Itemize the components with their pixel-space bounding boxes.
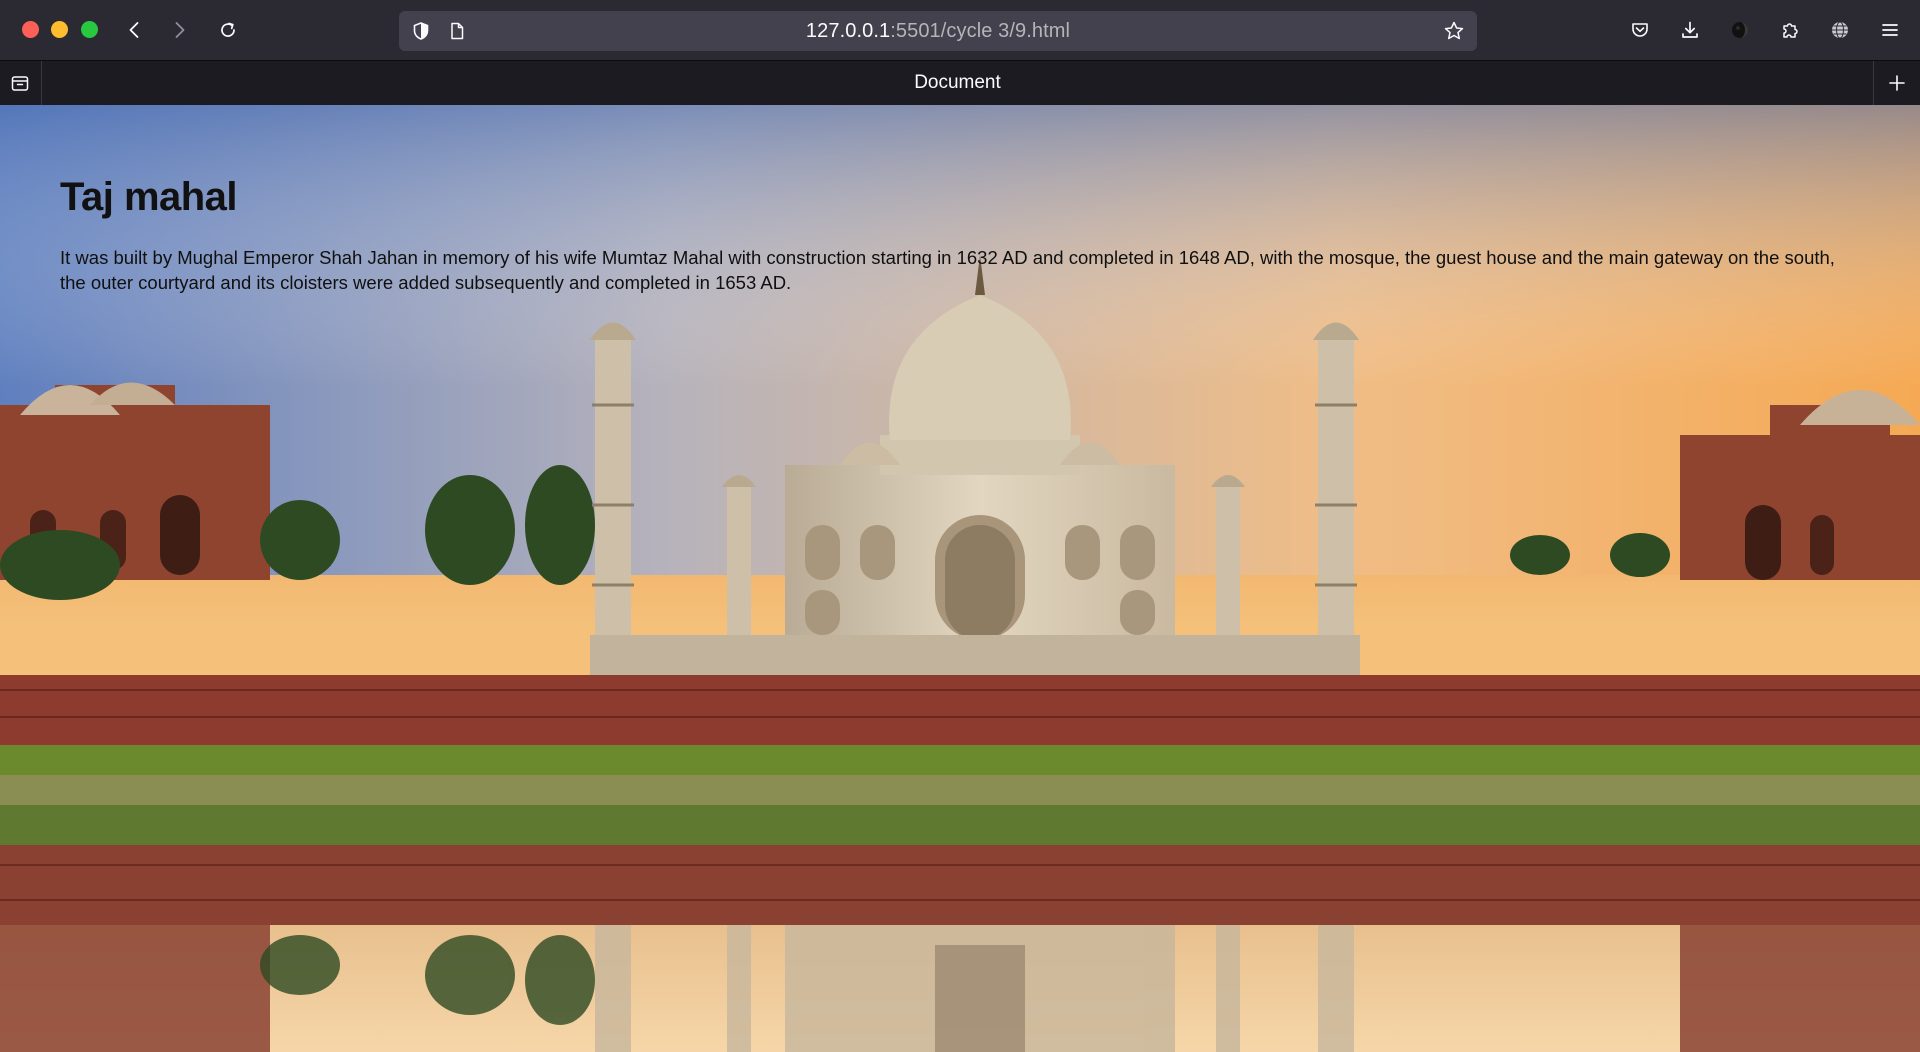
account-icon[interactable]	[1724, 14, 1756, 46]
page-content: Taj mahal It was built by Mughal Emperor…	[60, 173, 1860, 295]
browser-toolbar: 127.0.0.1:5501/cycle 3/9.html	[0, 0, 1920, 61]
page-title: Taj mahal	[60, 175, 238, 219]
url-path: :5501/cycle 3/9.html	[890, 20, 1071, 42]
page-paragraph: It was built by Mughal Emperor Shah Jaha…	[60, 247, 1835, 293]
reload-icon[interactable]	[212, 14, 244, 46]
url-host: 127.0.0.1	[805, 20, 891, 42]
pocket-icon[interactable]	[1624, 14, 1656, 46]
chevron-left-icon[interactable]	[119, 14, 151, 46]
url-text[interactable]: 127.0.0.1:5501/cycle 3/9.html	[399, 11, 1477, 51]
chevron-right-icon[interactable]	[163, 14, 195, 46]
url-bar[interactable]: 127.0.0.1:5501/cycle 3/9.html	[399, 11, 1477, 51]
puzzle-icon[interactable]	[1774, 14, 1806, 46]
tab-strip: Document	[0, 61, 1920, 105]
page-viewport: Taj mahal It was built by Mughal Emperor…	[0, 105, 1920, 1052]
minimize-window-button[interactable]	[51, 21, 68, 38]
tab-document[interactable]: Document	[41, 61, 1874, 105]
close-window-button[interactable]	[22, 21, 39, 38]
star-icon[interactable]	[1443, 20, 1465, 42]
download-icon[interactable]	[1674, 14, 1706, 46]
plus-icon[interactable]	[1874, 61, 1920, 105]
globe-icon[interactable]	[1824, 14, 1856, 46]
zoom-window-button[interactable]	[81, 21, 98, 38]
tab-list-icon[interactable]	[0, 61, 40, 105]
hamburger-menu-icon[interactable]	[1874, 14, 1906, 46]
